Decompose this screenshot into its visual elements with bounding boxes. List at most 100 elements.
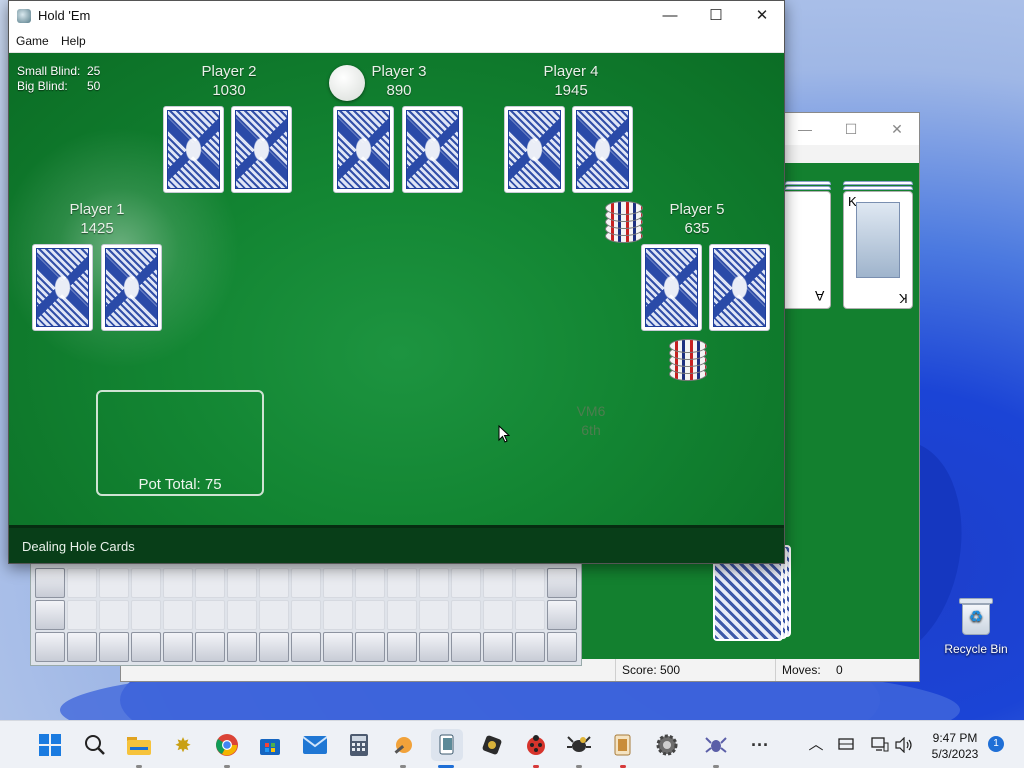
- settings-gear-icon[interactable]: [651, 729, 683, 761]
- notification-badge[interactable]: 1: [988, 736, 1004, 752]
- close-button[interactable]: ✕: [877, 117, 917, 141]
- mine-cell[interactable]: [35, 568, 65, 598]
- holdem-window[interactable]: Hold 'Em — ☐ ✕ Game Help Small Blind: 25…: [8, 0, 785, 564]
- spider-solitaire-icon[interactable]: [700, 729, 732, 761]
- minesweeper-window[interactable]: [30, 560, 582, 666]
- player-1-info: Player 1 1425: [37, 200, 157, 238]
- mine-cell[interactable]: [259, 600, 289, 630]
- mine-cell[interactable]: [163, 568, 193, 598]
- minimize-button[interactable]: —: [647, 1, 693, 31]
- chevron-up-icon[interactable]: ︿: [804, 721, 828, 768]
- blinds-info: Small Blind: 25 Big Blind: 50: [17, 64, 117, 94]
- mine-cell[interactable]: [483, 568, 513, 598]
- mine-cell[interactable]: [515, 632, 545, 662]
- store-icon[interactable]: [254, 729, 286, 761]
- menu-game[interactable]: Game: [16, 34, 49, 48]
- close-button[interactable]: ✕: [739, 1, 785, 31]
- menu-help[interactable]: Help: [61, 34, 86, 48]
- player-name: Player 3: [371, 63, 427, 80]
- mine-cell[interactable]: [195, 600, 225, 630]
- mail-icon[interactable]: [299, 729, 331, 761]
- pot-area: Pot Total: 75: [96, 390, 264, 496]
- more-icon[interactable]: ···: [744, 729, 776, 761]
- mine-cell[interactable]: [547, 632, 577, 662]
- big-blind-value: 50: [87, 79, 101, 93]
- mine-cell[interactable]: [483, 632, 513, 662]
- display-icon[interactable]: [834, 721, 858, 768]
- mine-cell[interactable]: [387, 600, 417, 630]
- chrome-icon[interactable]: [211, 729, 243, 761]
- king-of-spades-card[interactable]: K K: [843, 191, 913, 309]
- bee-app-icon[interactable]: ✸: [167, 729, 199, 761]
- mine-cell[interactable]: [451, 568, 481, 598]
- mine-cell[interactable]: [515, 600, 545, 630]
- mine-cell[interactable]: [163, 600, 193, 630]
- mine-cell[interactable]: [99, 568, 129, 598]
- maximize-button[interactable]: ☐: [831, 117, 871, 141]
- mine-cell[interactable]: [387, 632, 417, 662]
- mine-cell[interactable]: [35, 632, 65, 662]
- mine-cell[interactable]: [387, 568, 417, 598]
- maximize-button[interactable]: ☐: [693, 1, 739, 31]
- mine-cell[interactable]: [291, 632, 321, 662]
- mine-cell[interactable]: [547, 568, 577, 598]
- player-5-card-2: [709, 244, 770, 331]
- volume-icon[interactable]: [892, 721, 916, 768]
- mine-cell[interactable]: [323, 632, 353, 662]
- mine-cell[interactable]: [515, 568, 545, 598]
- system-clock[interactable]: 9:47 PM 5/3/2023: [920, 730, 990, 762]
- player-3-info: Player 3 890: [339, 62, 459, 100]
- mine-cell[interactable]: [355, 600, 385, 630]
- recycle-bin-label: Recycle Bin: [944, 642, 1008, 656]
- spider-icon[interactable]: [563, 729, 595, 761]
- mine-cell[interactable]: [67, 568, 97, 598]
- search-icon[interactable]: [79, 729, 111, 761]
- mine-cell[interactable]: [323, 568, 353, 598]
- player-name: Player 2: [201, 63, 257, 80]
- card-rank: K: [899, 291, 908, 306]
- mine-cell[interactable]: [547, 600, 577, 630]
- mine-cell[interactable]: [195, 568, 225, 598]
- network-icon[interactable]: [868, 721, 892, 768]
- mine-cell[interactable]: [259, 568, 289, 598]
- start-icon[interactable]: [34, 729, 66, 761]
- mine-cell[interactable]: [67, 600, 97, 630]
- minimize-button[interactable]: —: [785, 117, 825, 141]
- mine-cell[interactable]: [195, 632, 225, 662]
- mine-cell[interactable]: [323, 600, 353, 630]
- recycle-bin[interactable]: ♻ Recycle Bin: [940, 596, 1012, 656]
- mine-cell[interactable]: [419, 632, 449, 662]
- mine-cell[interactable]: [483, 600, 513, 630]
- mine-cell[interactable]: [131, 600, 161, 630]
- player-1-card-1: [32, 244, 93, 331]
- mine-cell[interactable]: [355, 568, 385, 598]
- solitaire-icon[interactable]: [607, 729, 639, 761]
- mine-cell[interactable]: [291, 568, 321, 598]
- mine-cell[interactable]: [451, 632, 481, 662]
- mine-cell[interactable]: [451, 600, 481, 630]
- player-chips: 635: [684, 220, 710, 237]
- mine-cell[interactable]: [419, 600, 449, 630]
- mine-cell[interactable]: [227, 568, 257, 598]
- mine-cell[interactable]: [291, 600, 321, 630]
- mine-cell[interactable]: [131, 568, 161, 598]
- calculator-icon[interactable]: [343, 729, 375, 761]
- mine-cell[interactable]: [227, 600, 257, 630]
- player-chips: 1425: [80, 220, 114, 237]
- watermark-line-2: 6th: [581, 422, 601, 438]
- game-icon[interactable]: [476, 729, 508, 761]
- mine-cell[interactable]: [355, 632, 385, 662]
- mine-cell[interactable]: [227, 632, 257, 662]
- mine-cell[interactable]: [99, 632, 129, 662]
- ladybug-icon[interactable]: [520, 729, 552, 761]
- mine-cell[interactable]: [99, 600, 129, 630]
- holdem-icon[interactable]: [431, 729, 463, 761]
- file-explorer-icon[interactable]: [123, 729, 155, 761]
- mine-cell[interactable]: [67, 632, 97, 662]
- mine-cell[interactable]: [163, 632, 193, 662]
- mine-cell[interactable]: [419, 568, 449, 598]
- mine-cell[interactable]: [259, 632, 289, 662]
- mine-cell[interactable]: [131, 632, 161, 662]
- mine-cell[interactable]: [35, 600, 65, 630]
- paint-icon[interactable]: [387, 729, 419, 761]
